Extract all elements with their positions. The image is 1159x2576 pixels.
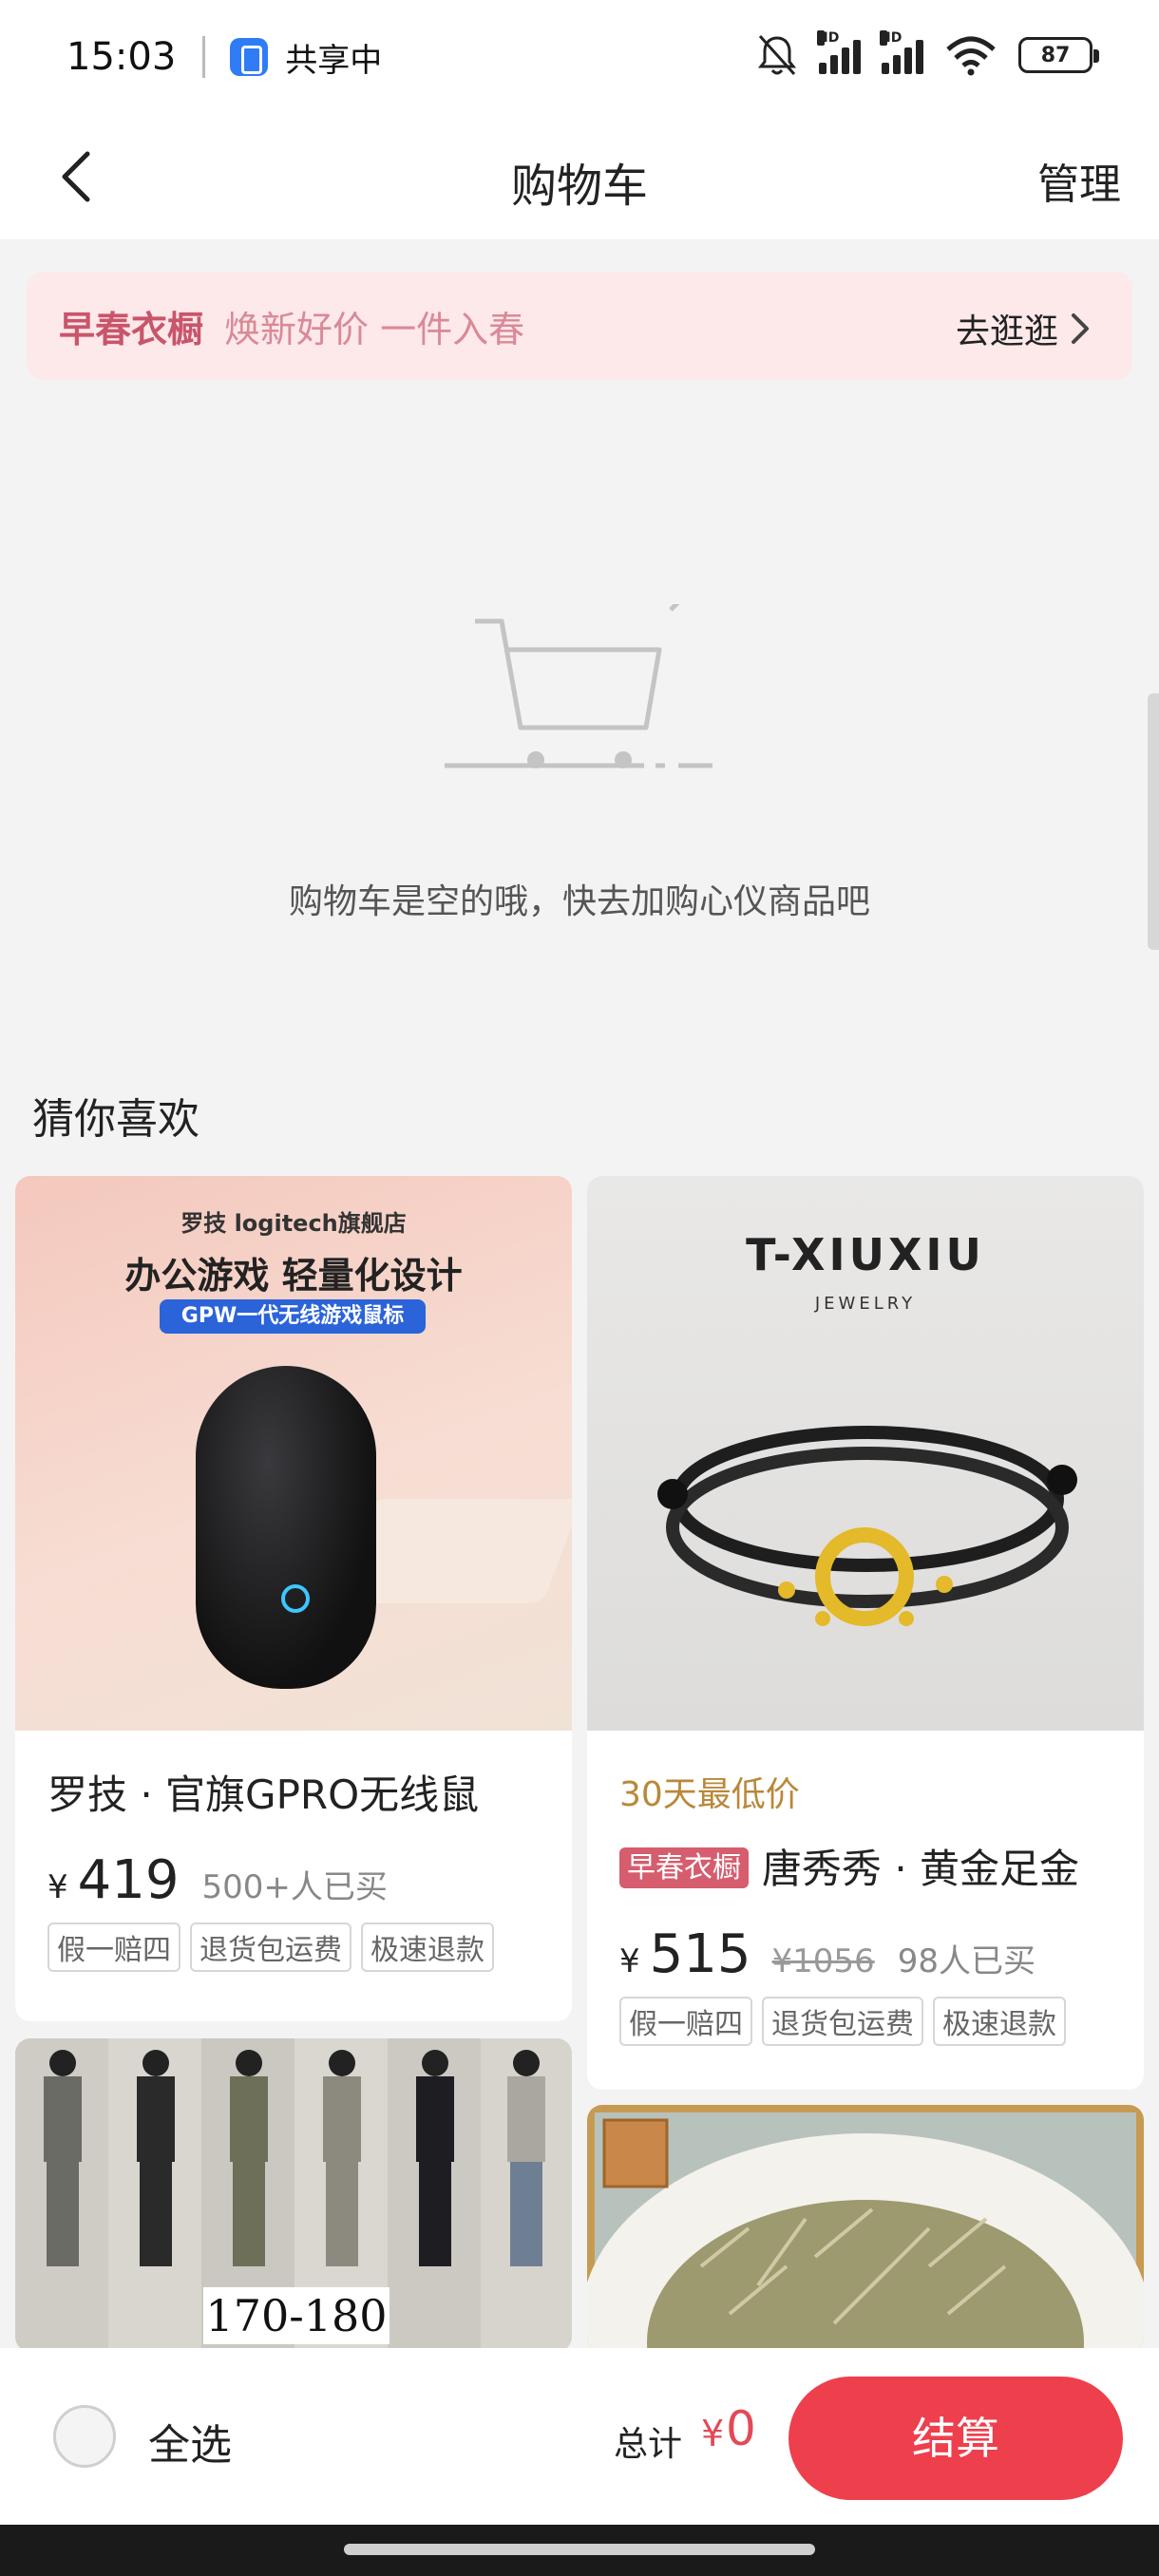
logitech-g-icon (281, 1584, 310, 1613)
sold-count: 500+人已买 (201, 1868, 388, 1906)
scrollbar-thumb[interactable] (1148, 693, 1159, 950)
empty-cart-message: 购物车是空的哦，快去加购心仪商品吧 (288, 882, 870, 921)
service-tag: 极速退款 (933, 1997, 1066, 2046)
product-image-bracelet[interactable]: T-XIUXIU JEWELRY (587, 1176, 1144, 1731)
service-tag: 假一赔四 (619, 1997, 752, 2046)
promo-banner[interactable]: 早春衣橱 焕新好价 一件入春 去逛逛 (27, 272, 1132, 380)
price-value: 419 (77, 1849, 180, 1911)
image-brand-name: T-XIUXIU (746, 1229, 985, 1280)
promo-link-label: 去逛逛 (955, 313, 1058, 351)
product-info: 罗技 · 官旗GPRO无线鼠 ¥ 419 500+人已买 假一赔四 退货包运费 … (15, 1763, 572, 1972)
service-tags: 假一赔四 退货包运费 极速退款 (48, 1923, 540, 1972)
product-card-mouse[interactable]: 罗技 logitech旗舰店 办公游戏 轻量化设计 GPW一代无线游戏鼠标 罗技… (15, 1176, 572, 2021)
status-divider (202, 36, 206, 78)
sold-count: 98人已买 (897, 1942, 1036, 1980)
price-row: ¥ 515 ¥1056 98人已买 (619, 1923, 1112, 1985)
image-headline: 办公游戏 轻量化设计 (124, 1255, 463, 1297)
screen-share-icon (230, 38, 269, 76)
image-store-name: 罗技 logitech旗舰店 (180, 1210, 407, 1237)
mouse-graphic (196, 1366, 376, 1689)
product-info: 30天最低价 早春衣橱 唐秀秀 · 黄金足金 ¥ 515 ¥1056 98人已买 … (587, 1767, 1144, 2046)
service-tag: 退货包运费 (190, 1923, 352, 1972)
nav-bar: 购物车 管理 (0, 114, 1159, 239)
service-tag: 极速退款 (361, 1923, 494, 1972)
image-brand-sub: JEWELRY (814, 1294, 917, 1314)
status-share-text: 共享中 (285, 41, 383, 80)
promo-text: 焕新好价 一件入春 (224, 308, 525, 350)
price-row: ¥ 419 500+人已买 (48, 1849, 540, 1911)
select-all-label[interactable]: 全选 (148, 2411, 232, 2472)
product-image-mouse[interactable]: 罗技 logitech旗舰店 办公游戏 轻量化设计 GPW一代无线游戏鼠标 (15, 1176, 572, 1731)
recommendations-title: 猜你喜欢 (32, 1095, 200, 1144)
status-bar: 15:03 共享中 HD HD 87 (0, 0, 1159, 114)
manage-button[interactable]: 管理 (1037, 150, 1121, 211)
promo-link[interactable]: 去逛逛 (956, 304, 1091, 353)
chevron-right-icon (1072, 313, 1089, 344)
bottom-checkout-bar: 全选 总计 ¥ 0 结算 (0, 2348, 1159, 2525)
total-currency: ¥ (701, 2413, 725, 2454)
product-image-suits[interactable]: 170-180 (15, 2038, 572, 2352)
signal-icon-2: HD (880, 30, 923, 74)
service-tags: 假一赔四 退货包运费 极速退款 (619, 1997, 1112, 2046)
price-currency: ¥ (619, 1942, 640, 1980)
service-tag: 退货包运费 (762, 1997, 923, 2046)
promo-tag: 早春衣橱 (59, 308, 204, 350)
total-value: 0 (726, 2401, 756, 2456)
lowest-price-label: 30天最低价 (619, 1775, 800, 1814)
page-title: 购物车 (510, 160, 648, 213)
price-value: 515 (649, 1923, 751, 1985)
product-title-row: 早春衣橱 唐秀秀 · 黄金足金 (619, 1837, 1112, 1895)
bell-off-icon (757, 34, 797, 76)
product-title: 唐秀秀 · 黄金足金 (762, 1846, 1080, 1892)
promo-inline-tag: 早春衣橱 (619, 1847, 749, 1888)
image-pill: GPW一代无线游戏鼠标 (160, 1299, 426, 1334)
service-tag: 假一赔四 (48, 1923, 180, 1972)
bracelet-graphic (657, 1426, 1077, 1626)
checkout-button[interactable]: 结算 (788, 2377, 1123, 2500)
product-card-tea[interactable] (587, 2105, 1144, 2352)
tea-graphic (587, 2112, 1144, 2352)
empty-cart-icon (445, 604, 712, 768)
signal-icon: HD (817, 30, 861, 74)
status-time: 15:03 (66, 35, 177, 79)
signal-hd-label: HD (817, 30, 840, 46)
image-size-label: 170-180 (203, 2287, 390, 2344)
signal-hd-label-2: HD (880, 30, 902, 46)
product-image-tea[interactable] (587, 2105, 1144, 2352)
total-label: 总计 (614, 2425, 683, 2464)
system-nav-bar (0, 2525, 1159, 2576)
product-card-bracelet[interactable]: T-XIUXIU JEWELRY 30天最低价 早春衣橱 唐秀秀 · 黄金足金 ¥… (587, 1176, 1144, 2090)
select-all-checkbox[interactable] (53, 2405, 116, 2468)
home-indicator[interactable] (344, 2544, 815, 2555)
battery-icon: 87 (1018, 37, 1099, 73)
wifi-icon (946, 36, 996, 76)
product-card-suits[interactable]: 170-180 (15, 2038, 572, 2352)
status-icons: HD HD 87 (756, 30, 1099, 78)
price-currency: ¥ (48, 1868, 68, 1906)
original-price: ¥1056 (771, 1942, 875, 1980)
product-title: 罗技 · 官旗GPRO无线鼠 (48, 1771, 480, 1818)
